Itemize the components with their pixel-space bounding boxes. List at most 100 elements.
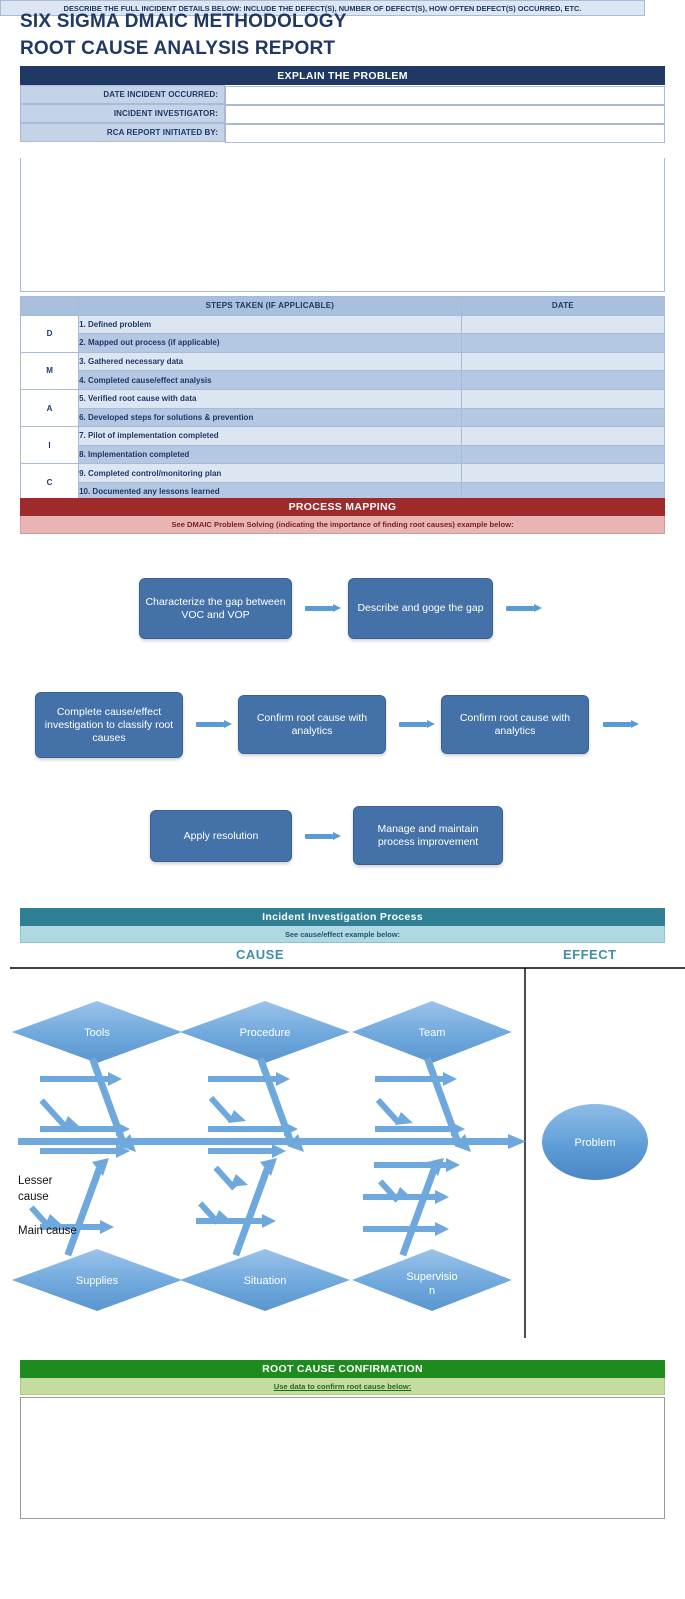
- svg-text:cause: cause: [18, 1191, 49, 1203]
- label-date-incident-occurred: DATE INCIDENT OCCURRED:: [20, 85, 225, 104]
- fishbone-branch-supplies: Supplies Lesser cause Main cause: [12, 1144, 182, 1311]
- fishbone-branch-team: Team: [352, 1001, 512, 1152]
- title-line-1: SIX SIGMA DMAIC METHODOLOGY: [20, 11, 347, 32]
- fishbone-branch-supervision: Supervisio n: [352, 1158, 512, 1311]
- table-row: 6. Developed steps for solutions & preve…: [21, 407, 666, 428]
- field-row-incident-investigator: INCIDENT INVESTIGATOR:: [20, 104, 665, 124]
- root-cause-confirmation-textarea[interactable]: [20, 1397, 665, 1519]
- page-title: SIX SIGMA DMAIC METHODOLOGY ROOT CAUSE A…: [20, 8, 660, 62]
- explain-the-problem-title: EXPLAIN THE PROBLEM: [277, 69, 408, 82]
- flow-arrow-1-icon: [305, 604, 341, 613]
- step-label-cell: 9. Completed control/monitoring plan: [78, 463, 462, 483]
- dmaic-letter-cell: M: [19, 351, 80, 390]
- explain-the-problem-header: EXPLAIN THE PROBLEM: [20, 66, 665, 85]
- step-label-cell: 3. Gathered necessary data: [78, 351, 462, 372]
- flow-arrow-5-icon: [603, 720, 639, 729]
- fishbone-annotation-lesser-cause: Lesser: [18, 1175, 53, 1187]
- fishbone-category-supervision: Supervisio: [406, 1271, 457, 1283]
- label-rca-report-initiated-by: RCA REPORT INITIATED BY:: [20, 123, 225, 142]
- step-date-cell[interactable]: [460, 463, 666, 483]
- dmaic-letter-cell: I: [19, 426, 80, 465]
- flow-box-apply-resolution[interactable]: Apply resolution: [147, 807, 295, 865]
- dmaic-letter-cell: A: [19, 388, 80, 428]
- flow-box-describe-and-gage-gap[interactable]: Describe and goge the gap: [345, 575, 496, 642]
- dmaic-letter-cell: C: [19, 463, 80, 502]
- flow-box-manage-maintain-process-improvement[interactable]: Manage and maintain process improvement: [350, 803, 506, 868]
- fishbone-effect-label: Problem: [575, 1137, 616, 1149]
- root-cause-confirmation-title: ROOT CAUSE CONFIRMATION: [262, 1363, 423, 1375]
- process-mapping-title: PROCESS MAPPING: [288, 501, 397, 513]
- incident-investigation-subtitle: See cause/effect example below:: [284, 929, 401, 939]
- table-row: 2. Mapped out process (if applicable): [21, 333, 666, 353]
- step-label-cell: 2. Mapped out process (if applicable): [78, 333, 462, 353]
- table-row: I 7. Pilot of implementation completed: [19, 426, 666, 465]
- table-row: C 9. Completed control/monitoring plan: [19, 463, 666, 502]
- process-mapping-subtitle-bar: See DMAIC Problem Solving (indicating th…: [20, 516, 665, 534]
- effect-column-label: EFFECT: [563, 947, 617, 962]
- steps-header-steps: STEPS TAKEN (IF APPLICABLE): [78, 296, 462, 316]
- step-date-cell[interactable]: [460, 407, 666, 428]
- fishbone-category-tools: Tools: [84, 1027, 110, 1039]
- input-incident-investigator[interactable]: [225, 105, 665, 124]
- step-date-cell[interactable]: [460, 314, 666, 335]
- incident-investigation-process-title: Incident Investigation Process: [262, 911, 423, 923]
- svg-text:n: n: [429, 1285, 435, 1297]
- fishbone-category-situation: Situation: [244, 1275, 287, 1287]
- incident-details-textarea[interactable]: [20, 158, 665, 292]
- incident-investigation-subtitle-bar: See cause/effect example below:: [20, 926, 665, 943]
- step-date-cell[interactable]: [460, 426, 666, 446]
- fishbone-annotation-main-cause: Main cause: [18, 1225, 77, 1237]
- table-row: 4. Completed cause/effect analysis: [21, 370, 666, 390]
- dmaic-letter-cell: D: [19, 314, 80, 353]
- flow-box-confirm-root-cause-2[interactable]: Confirm root cause with analytics: [438, 692, 592, 757]
- fishbone-category-team: Team: [419, 1027, 446, 1039]
- input-date-incident-occurred[interactable]: [225, 86, 665, 105]
- fishbone-branch-tools: Tools: [12, 1001, 182, 1152]
- flow-arrow-2-icon: [506, 604, 542, 613]
- fishbone-category-procedure: Procedure: [240, 1027, 291, 1039]
- table-row: M 3. Gathered necessary data: [19, 351, 666, 390]
- fishbone-branch-procedure: Procedure: [180, 1001, 350, 1152]
- step-date-cell[interactable]: [460, 351, 666, 372]
- fishbone-diagram: Tools Procedure Team Supplies Lesser cau…: [10, 967, 685, 1338]
- step-label-cell: 5. Verified root cause with data: [78, 388, 462, 409]
- step-date-cell[interactable]: [460, 333, 666, 353]
- label-incident-investigator: INCIDENT INVESTIGATOR:: [20, 104, 225, 123]
- step-label-cell: 6. Developed steps for solutions & preve…: [78, 407, 462, 428]
- step-date-cell[interactable]: [460, 444, 666, 465]
- title-line-2: ROOT CAUSE ANALYSIS REPORT: [20, 38, 336, 59]
- step-label-cell: 7. Pilot of implementation completed: [78, 426, 462, 446]
- fishbone-branch-situation: Situation: [180, 1144, 350, 1311]
- steps-table-header-row: STEPS TAKEN (IF APPLICABLE) DATE: [19, 296, 666, 316]
- steps-taken-table: STEPS TAKEN (IF APPLICABLE) DATE D 1. Def…: [19, 296, 666, 502]
- process-mapping-header: PROCESS MAPPING: [20, 498, 665, 516]
- flow-arrow-4-icon: [399, 720, 435, 729]
- field-row-rca-report-initiated-by: RCA REPORT INITIATED BY:: [20, 123, 665, 143]
- step-label-cell: 4. Completed cause/effect analysis: [78, 370, 462, 390]
- table-row: D 1. Defined problem: [19, 314, 666, 353]
- step-label-cell: 1. Defined problem: [78, 314, 462, 335]
- flow-arrow-6-icon: [305, 832, 341, 841]
- root-cause-confirmation-subtitle: Use data to confirm root cause below:: [273, 1381, 412, 1391]
- root-cause-confirmation-subtitle-bar: Use data to confirm root cause below:: [20, 1378, 665, 1395]
- flow-box-confirm-root-cause-1[interactable]: Confirm root cause with analytics: [235, 692, 389, 757]
- process-mapping-subtitle: See DMAIC Problem Solving (indicating th…: [171, 520, 514, 529]
- fishbone-effect-node: Problem: [542, 1104, 648, 1180]
- rca-report-page: SIX SIGMA DMAIC METHODOLOGY ROOT CAUSE A…: [0, 0, 685, 1599]
- step-date-cell[interactable]: [460, 370, 666, 390]
- table-row: A 5. Verified root cause with data: [19, 388, 666, 428]
- field-row-date-incident-occurred: DATE INCIDENT OCCURRED:: [20, 85, 665, 105]
- step-label-cell: 8. Implementation completed: [78, 444, 462, 465]
- table-row: 8. Implementation completed: [21, 444, 666, 465]
- steps-header-letter: [19, 296, 80, 316]
- step-date-cell[interactable]: [460, 388, 666, 409]
- cause-column-label: CAUSE: [236, 947, 285, 962]
- steps-header-date: DATE: [460, 296, 666, 316]
- fishbone-category-supplies: Supplies: [76, 1275, 119, 1287]
- flow-box-complete-cause-effect-investigation[interactable]: Complete cause/effect investigation to c…: [32, 689, 186, 761]
- flow-arrow-3-icon: [196, 720, 232, 729]
- incident-investigation-process-header: Incident Investigation Process: [20, 908, 665, 926]
- input-rca-report-initiated-by[interactable]: [225, 124, 665, 143]
- root-cause-confirmation-header: ROOT CAUSE CONFIRMATION: [20, 1360, 665, 1378]
- flow-box-characterize-gap[interactable]: Characterize the gap between VOC and VOP: [136, 575, 295, 642]
